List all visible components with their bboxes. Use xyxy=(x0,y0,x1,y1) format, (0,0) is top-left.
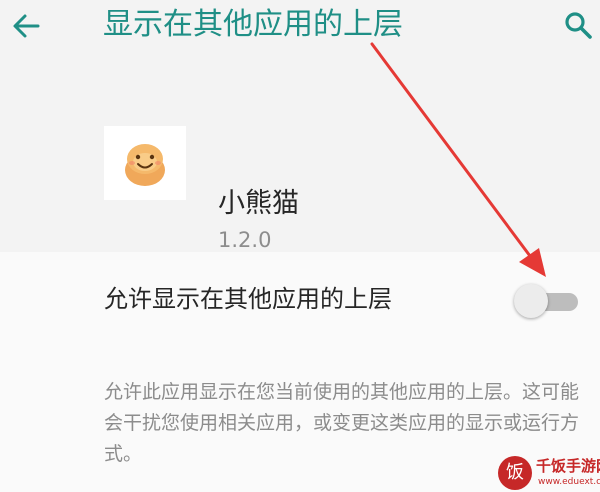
overlay-permission-switch[interactable] xyxy=(514,284,580,318)
switch-thumb xyxy=(514,284,548,318)
smiley-face-icon xyxy=(125,144,165,186)
app-bar: 显示在其他应用的上层 xyxy=(0,0,600,56)
watermark-name: 千饭手游网 xyxy=(536,457,600,475)
back-button[interactable] xyxy=(0,0,52,52)
search-icon xyxy=(564,11,592,39)
arrow-left-icon xyxy=(13,14,40,38)
app-icon xyxy=(104,126,186,200)
watermark-url: www.eduext.com xyxy=(538,477,600,487)
permission-toggle-row[interactable]: 允许显示在其他应用的上层 xyxy=(0,276,600,324)
watermark-logo: 饭 千饭手游网 www.eduext.com xyxy=(498,456,600,492)
page-title: 显示在其他应用的上层 xyxy=(103,7,403,42)
app-info-section: 小熊猫 1.2.0 xyxy=(0,56,600,252)
app-version: 1.2.0 xyxy=(218,228,272,252)
permission-toggle-label: 允许显示在其他应用的上层 xyxy=(104,285,392,313)
search-button[interactable] xyxy=(555,2,600,47)
watermark-badge: 饭 xyxy=(498,456,532,490)
app-name: 小熊猫 xyxy=(218,188,299,219)
